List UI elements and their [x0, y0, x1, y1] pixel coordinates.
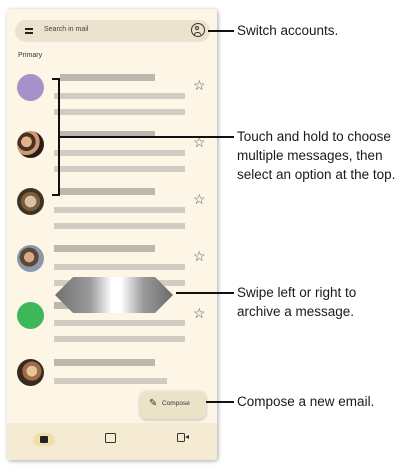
- star-icon[interactable]: ☆: [193, 249, 206, 263]
- callout-line: [206, 401, 234, 403]
- compose-label: Compose: [162, 400, 190, 407]
- bottom-navigation: [7, 423, 217, 460]
- sender-placeholder: [54, 359, 155, 366]
- mail-icon[interactable]: [33, 433, 55, 446]
- subject-placeholder: [54, 93, 185, 99]
- meet-icon[interactable]: [177, 433, 189, 443]
- avatar: [17, 188, 44, 215]
- callout-switch-accounts: Switch accounts.: [237, 23, 339, 38]
- avatar: [17, 359, 44, 386]
- snippet-placeholder: [54, 109, 185, 115]
- snippet-placeholder: [54, 166, 185, 172]
- callout-line: [208, 30, 234, 32]
- subject-placeholder: [54, 150, 185, 156]
- list-item[interactable]: ☆: [7, 178, 217, 234]
- star-icon[interactable]: ☆: [193, 306, 206, 320]
- search-bar[interactable]: Search in mail: [15, 20, 210, 42]
- pencil-icon: ✎: [149, 398, 158, 409]
- star-icon[interactable]: ☆: [193, 78, 206, 92]
- chat-icon[interactable]: [105, 433, 116, 443]
- subject-placeholder: [54, 264, 185, 270]
- selection-bracket: [52, 78, 60, 196]
- callout-line: [176, 292, 234, 294]
- callout-touch-hold-line3: select an option at the top.: [237, 167, 396, 182]
- sender-placeholder: [54, 245, 155, 252]
- star-icon[interactable]: ☆: [193, 192, 206, 206]
- avatar: [17, 131, 44, 158]
- list-item[interactable]: ☆: [7, 121, 217, 177]
- callout-touch-hold-line1: Touch and hold to choose: [237, 129, 391, 144]
- sender-placeholder: [60, 188, 155, 195]
- avatar: [17, 245, 44, 272]
- callout-line: [60, 136, 234, 138]
- subject-placeholder: [54, 320, 185, 326]
- snippet-placeholder: [54, 223, 185, 229]
- list-item[interactable]: ☆: [7, 64, 217, 120]
- subject-placeholder: [54, 207, 185, 213]
- subject-placeholder: [54, 378, 167, 384]
- search-input[interactable]: Search in mail: [44, 26, 88, 33]
- section-label: Primary: [18, 52, 43, 59]
- sender-placeholder: [60, 74, 155, 81]
- account-icon[interactable]: [191, 23, 205, 37]
- callout-swipe-line2: archive a message.: [237, 304, 355, 319]
- callout-swipe-line1: Swipe left or right to: [237, 285, 357, 300]
- menu-icon[interactable]: [25, 28, 33, 34]
- avatar: [17, 302, 44, 329]
- avatar: [17, 74, 44, 101]
- snippet-placeholder: [54, 336, 185, 342]
- callout-touch-hold-line2: multiple messages, then: [237, 148, 383, 163]
- phone-screen: Search in mail Primary ☆ ☆ ☆ ☆ ☆ ✎ Compo…: [7, 9, 217, 460]
- compose-button[interactable]: ✎ Compose: [140, 391, 206, 419]
- swipe-gesture-indicator: [55, 277, 173, 313]
- callout-compose: Compose a new email.: [237, 394, 375, 409]
